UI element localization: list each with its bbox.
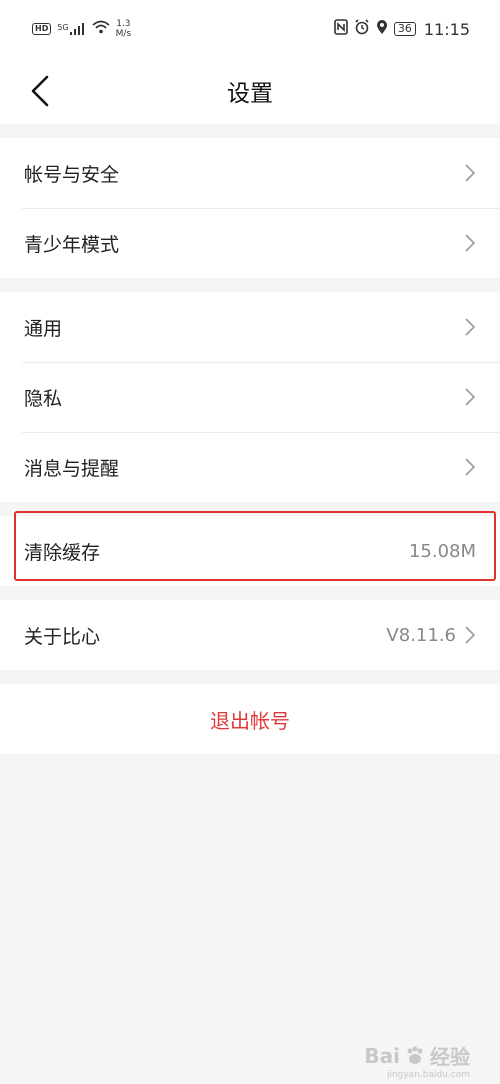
chevron-right-icon: [465, 234, 476, 252]
watermark-text: Bai: [364, 1043, 400, 1068]
watermark-url: jingyan.baidu.com: [386, 1070, 470, 1080]
section-divider: [0, 502, 500, 516]
app-version-value: V8.11.6: [386, 624, 456, 646]
cache-size-value: 15.08M: [408, 540, 476, 562]
settings-group-cache: 清除缓存 15.08M: [0, 516, 500, 586]
settings-item-clear-cache[interactable]: 清除缓存 15.08M: [0, 516, 500, 586]
settings-item-notifications[interactable]: 消息与提醒: [0, 432, 500, 502]
chevron-right-icon: [465, 626, 476, 644]
logout-label: 退出帐号: [210, 708, 290, 733]
settings-group-general: 通用 隐私 消息与提醒: [0, 292, 500, 502]
hd-badge: HD: [32, 23, 52, 35]
chevron-right-icon: [465, 318, 476, 336]
settings-item-about[interactable]: 关于比心 V8.11.6: [0, 600, 500, 670]
signal-label: 5G: [57, 23, 69, 32]
settings-item-privacy[interactable]: 隐私: [0, 362, 500, 432]
status-bar-left: HD 5G 1.3 M/s: [32, 19, 131, 39]
net-speed: 1.3 M/s: [116, 19, 132, 39]
settings-item-general[interactable]: 通用: [0, 292, 500, 362]
settings-item-label: 关于比心: [24, 625, 101, 648]
back-button[interactable]: [20, 69, 60, 113]
settings-group-about: 关于比心 V8.11.6: [0, 600, 500, 670]
settings-item-label: 帐号与安全: [24, 163, 120, 186]
watermark: Bai 经验 jingyan.baidu.com: [364, 1041, 470, 1081]
location-icon: [376, 19, 388, 39]
net-speed-unit: M/s: [115, 29, 132, 39]
settings-item-label: 消息与提醒: [24, 457, 120, 480]
status-bar: HD 5G 1.3 M/s 36 11:15: [0, 0, 500, 58]
status-bar-right: 36 11:15: [334, 19, 470, 39]
settings-item-right: V8.11.6: [386, 625, 476, 646]
nav-bar: 设置: [0, 58, 500, 124]
wifi-icon: [92, 20, 110, 38]
settings-item-label: 青少年模式: [24, 233, 120, 256]
section-divider: [0, 124, 500, 138]
section-divider: [0, 278, 500, 292]
chevron-right-icon: [465, 388, 476, 406]
paw-icon: [407, 1046, 423, 1064]
status-time: 11:15: [423, 19, 470, 39]
page-title: 设置: [227, 81, 273, 107]
chevron-left-icon: [31, 75, 49, 107]
watermark-text-2: 经验: [430, 1045, 470, 1069]
settings-item-label: 清除缓存: [24, 541, 101, 564]
settings-item-label: 隐私: [24, 387, 63, 410]
signal-icon: 5G: [57, 23, 85, 35]
settings-item-teen-mode[interactable]: 青少年模式: [0, 208, 500, 278]
chevron-right-icon: [465, 164, 476, 182]
settings-item-label: 通用: [24, 317, 63, 340]
settings-item-account-security[interactable]: 帐号与安全: [0, 138, 500, 208]
section-divider: [0, 586, 500, 600]
battery-indicator: 36: [393, 22, 416, 36]
section-divider: [0, 670, 500, 684]
chevron-right-icon: [465, 458, 476, 476]
net-speed-value: 1.3: [116, 19, 131, 29]
alarm-icon: [354, 19, 370, 39]
settings-group-account: 帐号与安全 青少年模式: [0, 138, 500, 278]
nfc-icon: [334, 19, 348, 39]
logout-button[interactable]: 退出帐号: [0, 684, 500, 754]
